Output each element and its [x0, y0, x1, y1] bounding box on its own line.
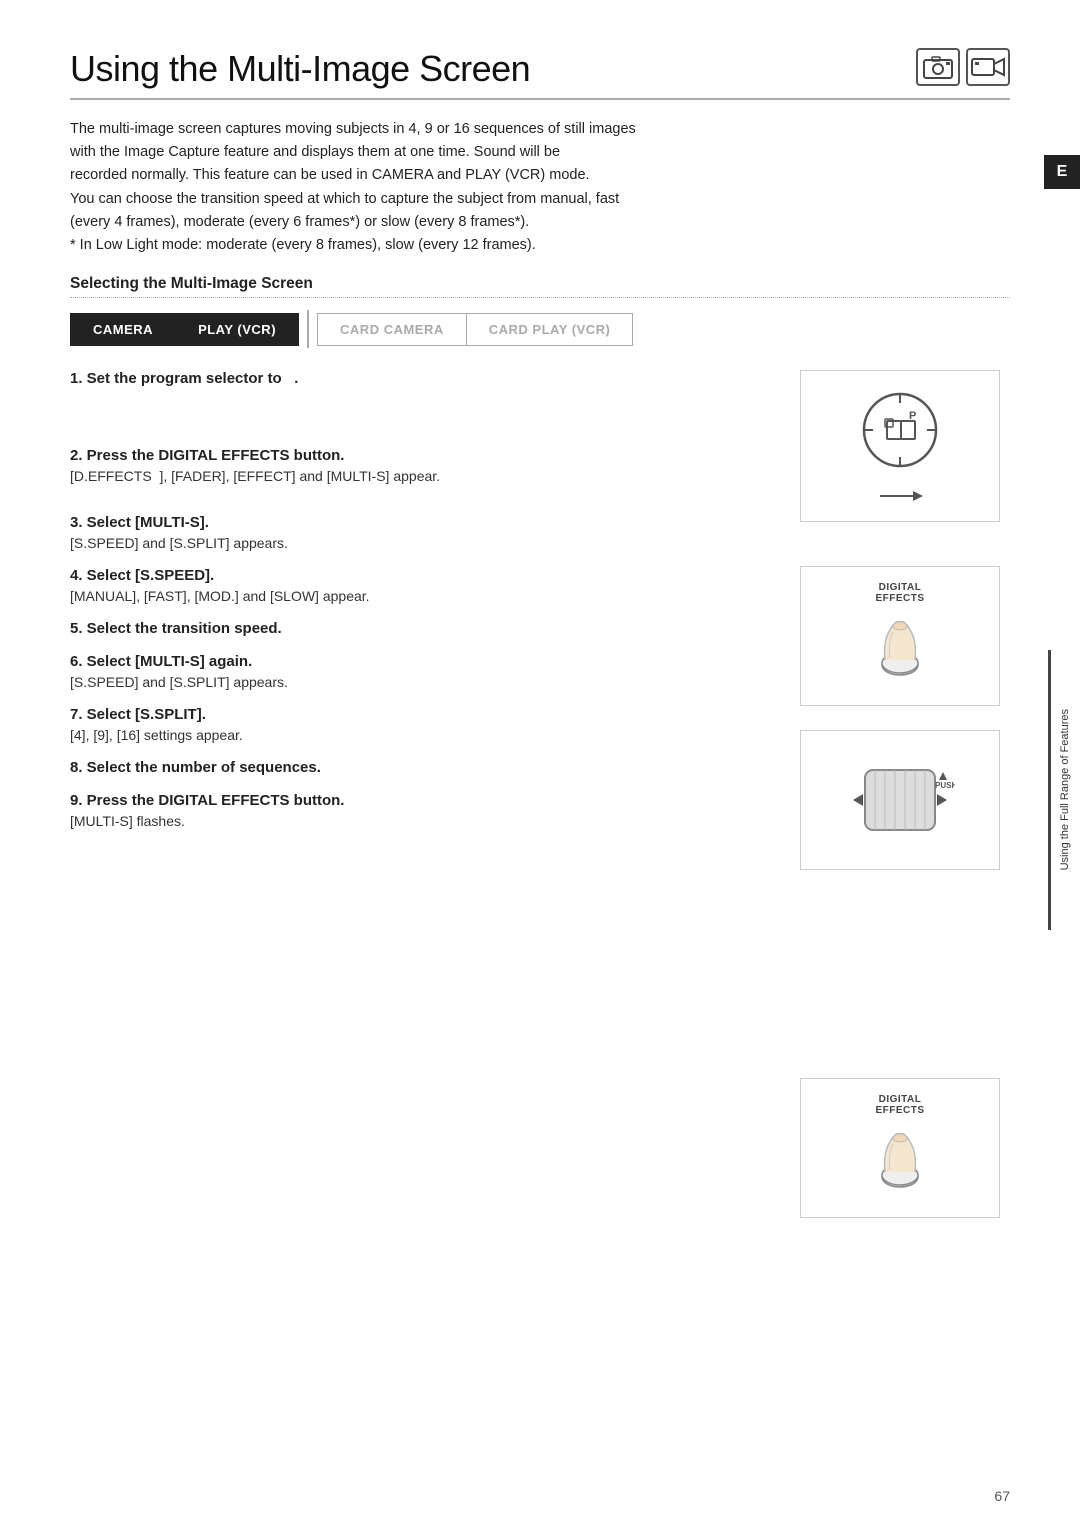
- step-6: 6. Select [MULTI-S] again. [S.SPEED] and…: [70, 653, 770, 690]
- video-camera-icon: [970, 54, 1006, 80]
- step-1: 1. Set the program selector to .: [70, 370, 770, 387]
- intro-line-3: recorded normally. This feature can be u…: [70, 164, 970, 187]
- intro-text: The multi-image screen captures moving s…: [70, 118, 970, 257]
- camera-icon-box: [916, 48, 960, 86]
- intro-line-4: You can choose the transition speed at w…: [70, 188, 970, 211]
- svg-text:P: P: [909, 410, 916, 422]
- digital-effects-button-svg: [855, 610, 945, 690]
- step1-arrow: [875, 485, 925, 507]
- step3-image: PUSH: [800, 730, 1000, 870]
- step-6-desc: [S.SPEED] and [S.SPLIT] appears.: [70, 674, 770, 690]
- step-5: 5. Select the transition speed.: [70, 620, 770, 637]
- step-8: 8. Select the number of sequences.: [70, 759, 770, 776]
- step-2-title: 2. Press the DIGITAL EFFECTS button.: [70, 447, 770, 464]
- step1-image: P: [800, 370, 1000, 522]
- video-icon-box: [966, 48, 1010, 86]
- page-title: Using the Multi-Image Screen: [70, 48, 530, 90]
- step9-image: DIGITALEFFECTS: [800, 1078, 1000, 1218]
- mode-tabs: CAMERA PLAY (VCR) CARD CAMERA CARD PLAY …: [70, 310, 1010, 348]
- sidebar-label: Using the Full Range of Features: [1048, 650, 1080, 930]
- step-6-title: 6. Select [MULTI-S] again.: [70, 653, 770, 670]
- step-4-title: 4. Select [S.SPEED].: [70, 567, 770, 584]
- program-selector-svg: P: [835, 385, 965, 485]
- step-2-desc: [D.EFFECTS ], [FADER], [EFFECT] and [MUL…: [70, 468, 770, 484]
- step-9: 9. Press the DIGITAL EFFECTS button. [MU…: [70, 792, 770, 829]
- title-row: Using the Multi-Image Screen: [70, 48, 1010, 100]
- digital-effects-label: DIGITALEFFECTS: [875, 582, 924, 604]
- e-tab: E: [1044, 155, 1080, 189]
- digital-effects-button-2-svg: [855, 1122, 945, 1202]
- sidebar-label-text: Using the Full Range of Features: [1058, 709, 1073, 870]
- tab-card-play-vcr[interactable]: CARD PLAY (VCR): [466, 313, 634, 346]
- svg-text:PUSH: PUSH: [935, 781, 955, 790]
- step-4-desc: [MANUAL], [FAST], [MOD.] and [SLOW] appe…: [70, 588, 770, 604]
- page: E Using the Full Range of Features Using…: [0, 0, 1080, 1534]
- step-8-title: 8. Select the number of sequences.: [70, 759, 770, 776]
- e-label: E: [1057, 163, 1068, 180]
- digital-effects-label-2: DIGITALEFFECTS: [875, 1094, 924, 1116]
- step-9-title: 9. Press the DIGITAL EFFECTS button.: [70, 792, 770, 809]
- intro-line-6: * In Low Light mode: moderate (every 8 f…: [70, 234, 970, 257]
- step-3-desc: [S.SPEED] and [S.SPLIT] appears.: [70, 535, 770, 551]
- section-divider: [70, 297, 1010, 298]
- step2-image: DIGITALEFFECTS: [800, 566, 1000, 706]
- step-4: 4. Select [S.SPEED]. [MANUAL], [FAST], […: [70, 567, 770, 604]
- step-3: 3. Select [MULTI-S]. [S.SPEED] and [S.SP…: [70, 514, 770, 551]
- tab-card-camera[interactable]: CARD CAMERA: [317, 313, 467, 346]
- intro-line-2: with the Image Capture feature and displ…: [70, 141, 970, 164]
- step-9-desc: [MULTI-S] flashes.: [70, 813, 770, 829]
- intro-line-5: (every 4 frames), moderate (every 6 fram…: [70, 211, 970, 234]
- tab-play-vcr[interactable]: PLAY (VCR): [175, 313, 299, 346]
- images-column: P DIGITALEFFECTS: [790, 370, 1010, 1218]
- tab-camera[interactable]: CAMERA: [70, 313, 176, 346]
- page-number: 67: [994, 1488, 1010, 1504]
- step-1-title: 1. Set the program selector to .: [70, 370, 770, 387]
- step-7: 7. Select [S.SPLIT]. [4], [9], [16] sett…: [70, 706, 770, 743]
- camera-icon: [922, 54, 954, 80]
- content-area: 1. Set the program selector to . 2. Pres…: [70, 370, 1010, 1218]
- step-7-title: 7. Select [S.SPLIT].: [70, 706, 770, 723]
- mode-tab-divider: [307, 310, 309, 348]
- intro-line-1: The multi-image screen captures moving s…: [70, 118, 970, 141]
- step-5-title: 5. Select the transition speed.: [70, 620, 770, 637]
- steps-column: 1. Set the program selector to . 2. Pres…: [70, 370, 790, 1218]
- step-2: 2. Press the DIGITAL EFFECTS button. [D.…: [70, 447, 770, 484]
- step-7-desc: [4], [9], [16] settings appear.: [70, 727, 770, 743]
- section-heading: Selecting the Multi-Image Screen: [70, 275, 1010, 293]
- jog-dial-svg: PUSH: [845, 750, 955, 850]
- step-3-title: 3. Select [MULTI-S].: [70, 514, 770, 531]
- title-icons: [916, 48, 1010, 86]
